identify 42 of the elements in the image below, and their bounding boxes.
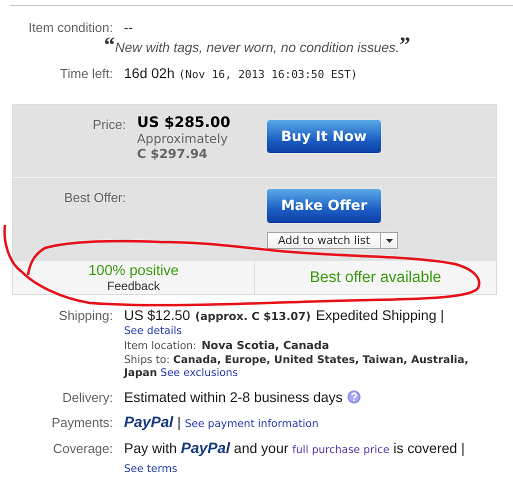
feedback-label: Feedback (107, 278, 160, 292)
approximate-price: C $297.94 (137, 146, 208, 161)
end-date: (Nov 16, 2013 16:03:50 EST) (178, 68, 358, 81)
dropdown-button[interactable] (381, 232, 398, 249)
location-label: Item location: (124, 340, 196, 352)
offer-status: Best offer available (310, 270, 442, 286)
see-exclusions-link[interactable]: See exclusions (160, 367, 238, 379)
shipping-amount: US $12.50 (124, 307, 190, 323)
condition-value: -- (124, 20, 133, 35)
caret-icon (386, 238, 393, 242)
close-quote: ” (399, 37, 410, 53)
coverage-text: Pay with PayPal and your full purchase price is covered | See terms (124, 440, 466, 477)
feedback-percent: 100% positive (88, 262, 179, 278)
see-details-link[interactable]: See details (124, 325, 182, 337)
open-quote: “ (104, 37, 115, 53)
price-amount: US $285.00 (137, 115, 232, 131)
help-icon[interactable] (346, 390, 361, 404)
field-label: Item condition: (27, 20, 113, 35)
delivery-estimate: Estimated within 2-8 business days (124, 389, 343, 405)
make-offer-button[interactable]: Make Offer (267, 189, 382, 223)
shipping-approx: (approx. C $13.07) (195, 310, 311, 323)
field-label: Shipping: (58, 308, 113, 323)
paypal-logo: PayPal (124, 414, 174, 431)
payment-info-link[interactable]: See payment information (184, 418, 318, 430)
item-location: Nova Scotia, Canada (201, 339, 330, 352)
field-label: Coverage: (52, 441, 113, 456)
field-label: Best Offer: (63, 189, 126, 205)
condition-description: New with tags, never worn, no condition issues. (115, 40, 400, 55)
field-label: Price: (92, 116, 126, 132)
approximate-label: Approximately (137, 131, 229, 146)
field-label: Delivery: (61, 390, 113, 405)
purchase-price-link[interactable]: full purchase price (292, 444, 390, 456)
see-terms-link[interactable]: See terms (124, 463, 178, 475)
time-left-value: 16d 02h (124, 65, 175, 81)
ships-to-text: Ships to: Canada, Europe, United States, Taiwan, Australia, Japan See exclusions (124, 354, 470, 380)
shipping-service: Expedited Shipping | (316, 307, 444, 323)
paypal-logo: PayPal (180, 440, 230, 457)
field-label: Payments: (50, 415, 113, 430)
separator: | (177, 414, 181, 430)
watch-list-button[interactable]: Add to watch list (267, 232, 382, 249)
buy-it-now-button[interactable]: Buy It Now (267, 120, 381, 153)
field-label: Time left: (59, 66, 113, 81)
